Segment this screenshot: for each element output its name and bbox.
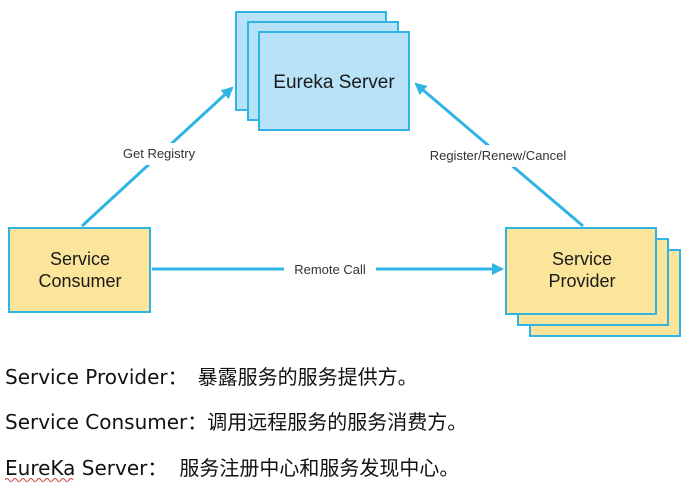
eureka-server-definition: 服务注册中心和服务发现中心。 [179,456,460,480]
service-provider-node: Service Provider [505,227,681,337]
register-renew-cancel-label: Register/Renew/Cancel [430,148,567,163]
eureka-server-label: Eureka Server [273,72,395,93]
service-consumer-description: Service Consumer：调用远程服务的服务消费方。 [5,406,467,435]
service-provider-description: Service Provider： 暴露服务的服务提供方。 [5,361,418,390]
service-consumer-node: Service Consumer [8,227,151,313]
service-consumer-label-line1: Service [50,249,110,269]
service-consumer-definition: 调用远程服务的服务消费方。 [207,410,468,434]
get-registry-label: Get Registry [123,146,196,161]
spellcheck-squiggle [5,478,74,482]
service-provider-definition: 暴露服务的服务提供方。 [197,365,418,389]
architecture-diagram: Eureka Server Service Consumer Service P… [8,11,681,337]
service-provider-label-line2: Provider [548,271,615,291]
service-provider-term: Service Provider： [5,365,188,389]
service-consumer-term: Service Consumer： [5,410,208,434]
eureka-server-node: Eureka Server [235,11,410,131]
service-provider-label-line1: Service [552,249,612,269]
service-consumer-label-line2: Consumer [38,271,121,291]
remote-call-label: Remote Call [294,262,366,277]
